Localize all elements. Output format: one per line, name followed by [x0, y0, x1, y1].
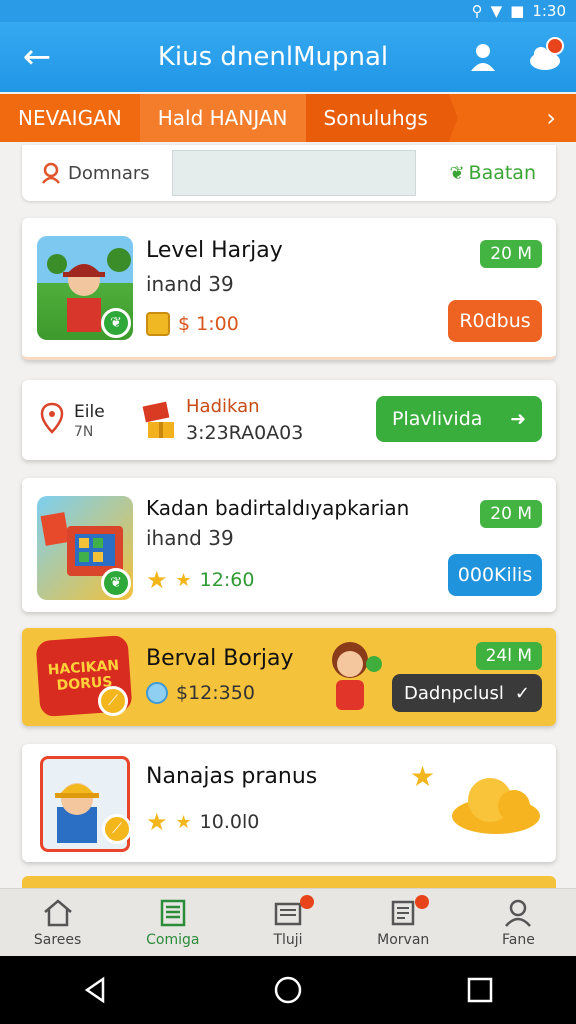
- star-icon: ★: [146, 566, 168, 594]
- app-bar: ← Kius dnenlMupnal: [0, 22, 576, 92]
- notification-icon[interactable]: [514, 37, 576, 71]
- search-bar: Domnars ❦ Baatan: [22, 145, 556, 201]
- home-circle-icon[interactable]: [273, 975, 303, 1005]
- nav-item-profile[interactable]: Fane: [461, 889, 576, 956]
- badge-icon: ⟋: [102, 814, 132, 844]
- book-icon: [160, 899, 186, 926]
- price-value: $ 1:00: [178, 313, 239, 335]
- nav-label: Comiga: [146, 931, 200, 948]
- nav-item-games[interactable]: Comiga: [115, 889, 230, 956]
- leaf-icon: ❦: [449, 162, 465, 184]
- download-button-label: Dadnpclusl: [404, 682, 504, 704]
- card-action-button[interactable]: 000Kilis: [448, 554, 542, 596]
- game-card-nanajas[interactable]: ⟋ Nanajas pranus ★ ★ 10.0l0 ★: [22, 744, 556, 862]
- person-icon: [505, 899, 532, 927]
- tab-neviagan[interactable]: NEVAIGAN: [0, 94, 140, 142]
- nav-label: Morvan: [377, 931, 430, 948]
- search-button[interactable]: ❦ Baatan: [449, 162, 556, 184]
- page-title: Kius dnenlMupnal: [157, 42, 389, 72]
- alarm-icon: ⚲: [471, 2, 483, 20]
- notification-badge: [546, 37, 564, 55]
- gift-box-icon: [142, 401, 174, 438]
- event-sublabel: 7N: [74, 424, 94, 440]
- card-price: ★ ★ 10.0l0: [146, 808, 259, 836]
- wifi-icon: ▼: [490, 2, 503, 20]
- home-icon: [43, 898, 72, 926]
- nav-item-inbox[interactable]: Tluji: [230, 889, 345, 956]
- search-label-group[interactable]: Domnars: [22, 162, 172, 184]
- card-title: Kadan badirtaldıyapkarian: [146, 496, 410, 520]
- game-card-kadan[interactable]: ❦ Kadan badirtaldıyapkarian ihand 39 ★ ★…: [22, 478, 556, 612]
- card-subtitle: inand 39: [146, 272, 234, 296]
- battery-icon: ■: [510, 2, 525, 20]
- location-pin-icon: [40, 402, 64, 434]
- price-value: 12:60: [199, 569, 255, 591]
- event-title: Hadikan: [186, 396, 260, 417]
- verified-badge-icon: ❦: [101, 568, 131, 598]
- character-girl-icon: [332, 642, 382, 710]
- size-badge: 20 M: [480, 240, 542, 268]
- nav-item-messages[interactable]: Morvan: [346, 889, 461, 956]
- card-price: $12:350: [146, 682, 255, 704]
- verified-badge-icon: ❦: [101, 308, 131, 338]
- water-drop-icon: [146, 682, 168, 704]
- card-subtitle: ihand 39: [146, 526, 234, 550]
- event-label: Eile: [74, 402, 105, 422]
- star-small-icon: ★: [175, 569, 192, 591]
- notification-dot: [299, 895, 314, 909]
- arrow-right-icon: ➜: [510, 408, 526, 430]
- card-price: $ 1:00: [146, 312, 239, 336]
- game-thumbnail: ❦: [37, 236, 133, 340]
- back-triangle-icon[interactable]: [81, 975, 111, 1005]
- size-badge: 24l M: [475, 642, 542, 670]
- nav-item-home[interactable]: Sarees: [0, 889, 115, 956]
- cloud-icon: [452, 778, 540, 834]
- tab-bar: NEVAIGAN Hald HANJAN Sonuluhgs ›: [0, 94, 576, 142]
- status-bar: ⚲ ▼ ■ 1:30: [0, 0, 576, 22]
- check-icon: ✓: [514, 682, 530, 704]
- profile-icon[interactable]: [452, 43, 514, 71]
- price-value: $12:350: [176, 682, 255, 704]
- search-button-label: Baatan: [468, 162, 536, 184]
- person-search-icon: [42, 162, 60, 184]
- card-price: ★ ★ 12:60: [146, 566, 254, 594]
- card-title: Berval Borjay: [146, 646, 294, 671]
- nav-label: Fane: [501, 931, 535, 948]
- game-thumbnail: ❦: [37, 496, 133, 600]
- card-action-button[interactable]: R0dbus: [448, 300, 542, 342]
- download-button[interactable]: Dadnpclusl ✓: [392, 674, 542, 712]
- size-badge: 20 M: [480, 500, 542, 528]
- tab-sonuluhgs[interactable]: Sonuluhgs: [305, 94, 458, 142]
- event-code: 3:23RA0A03: [186, 422, 304, 444]
- recents-square-icon[interactable]: [465, 975, 495, 1005]
- star-icon: ★: [410, 760, 436, 793]
- star-icon: ★: [146, 808, 168, 836]
- price-value: 10.0l0: [199, 811, 260, 833]
- nav-label: Tluji: [273, 931, 303, 948]
- badge-icon: ⟋: [98, 686, 128, 716]
- bottom-nav: Sarees Comiga Tluji Morvan Fane: [0, 888, 576, 956]
- search-label: Domnars: [68, 162, 150, 184]
- system-nav-bar: [0, 956, 576, 1024]
- play-button-label: Plavlivida: [392, 408, 483, 430]
- tab-hald-hanjan[interactable]: Hald HANJAN: [139, 94, 306, 142]
- coin-stack-icon: [146, 312, 170, 336]
- game-card-level-harjay[interactable]: ❦ Level Harjay inand 39 $ 1:00 20 M R0db…: [22, 218, 556, 360]
- promo-card-berval[interactable]: HACIKAN DORUS ⟋ Berval Borjay $12:350 24…: [22, 628, 556, 726]
- star-small-icon: ★: [175, 811, 192, 833]
- card-title: Nanajas pranus: [146, 764, 318, 789]
- search-input[interactable]: [172, 150, 416, 196]
- notification-dot: [414, 895, 429, 909]
- nav-label: Sarees: [33, 931, 82, 948]
- card-title: Level Harjay: [146, 238, 283, 263]
- back-arrow-icon[interactable]: ←: [0, 22, 74, 92]
- play-button[interactable]: Plavlivida ➜: [376, 396, 542, 442]
- chevron-right-icon[interactable]: ›: [546, 104, 576, 132]
- status-time: 1:30: [532, 2, 566, 20]
- event-card-hadikan[interactable]: Eile 7N Hadikan 3:23RA0A03 Plavlivida ➜: [22, 380, 556, 460]
